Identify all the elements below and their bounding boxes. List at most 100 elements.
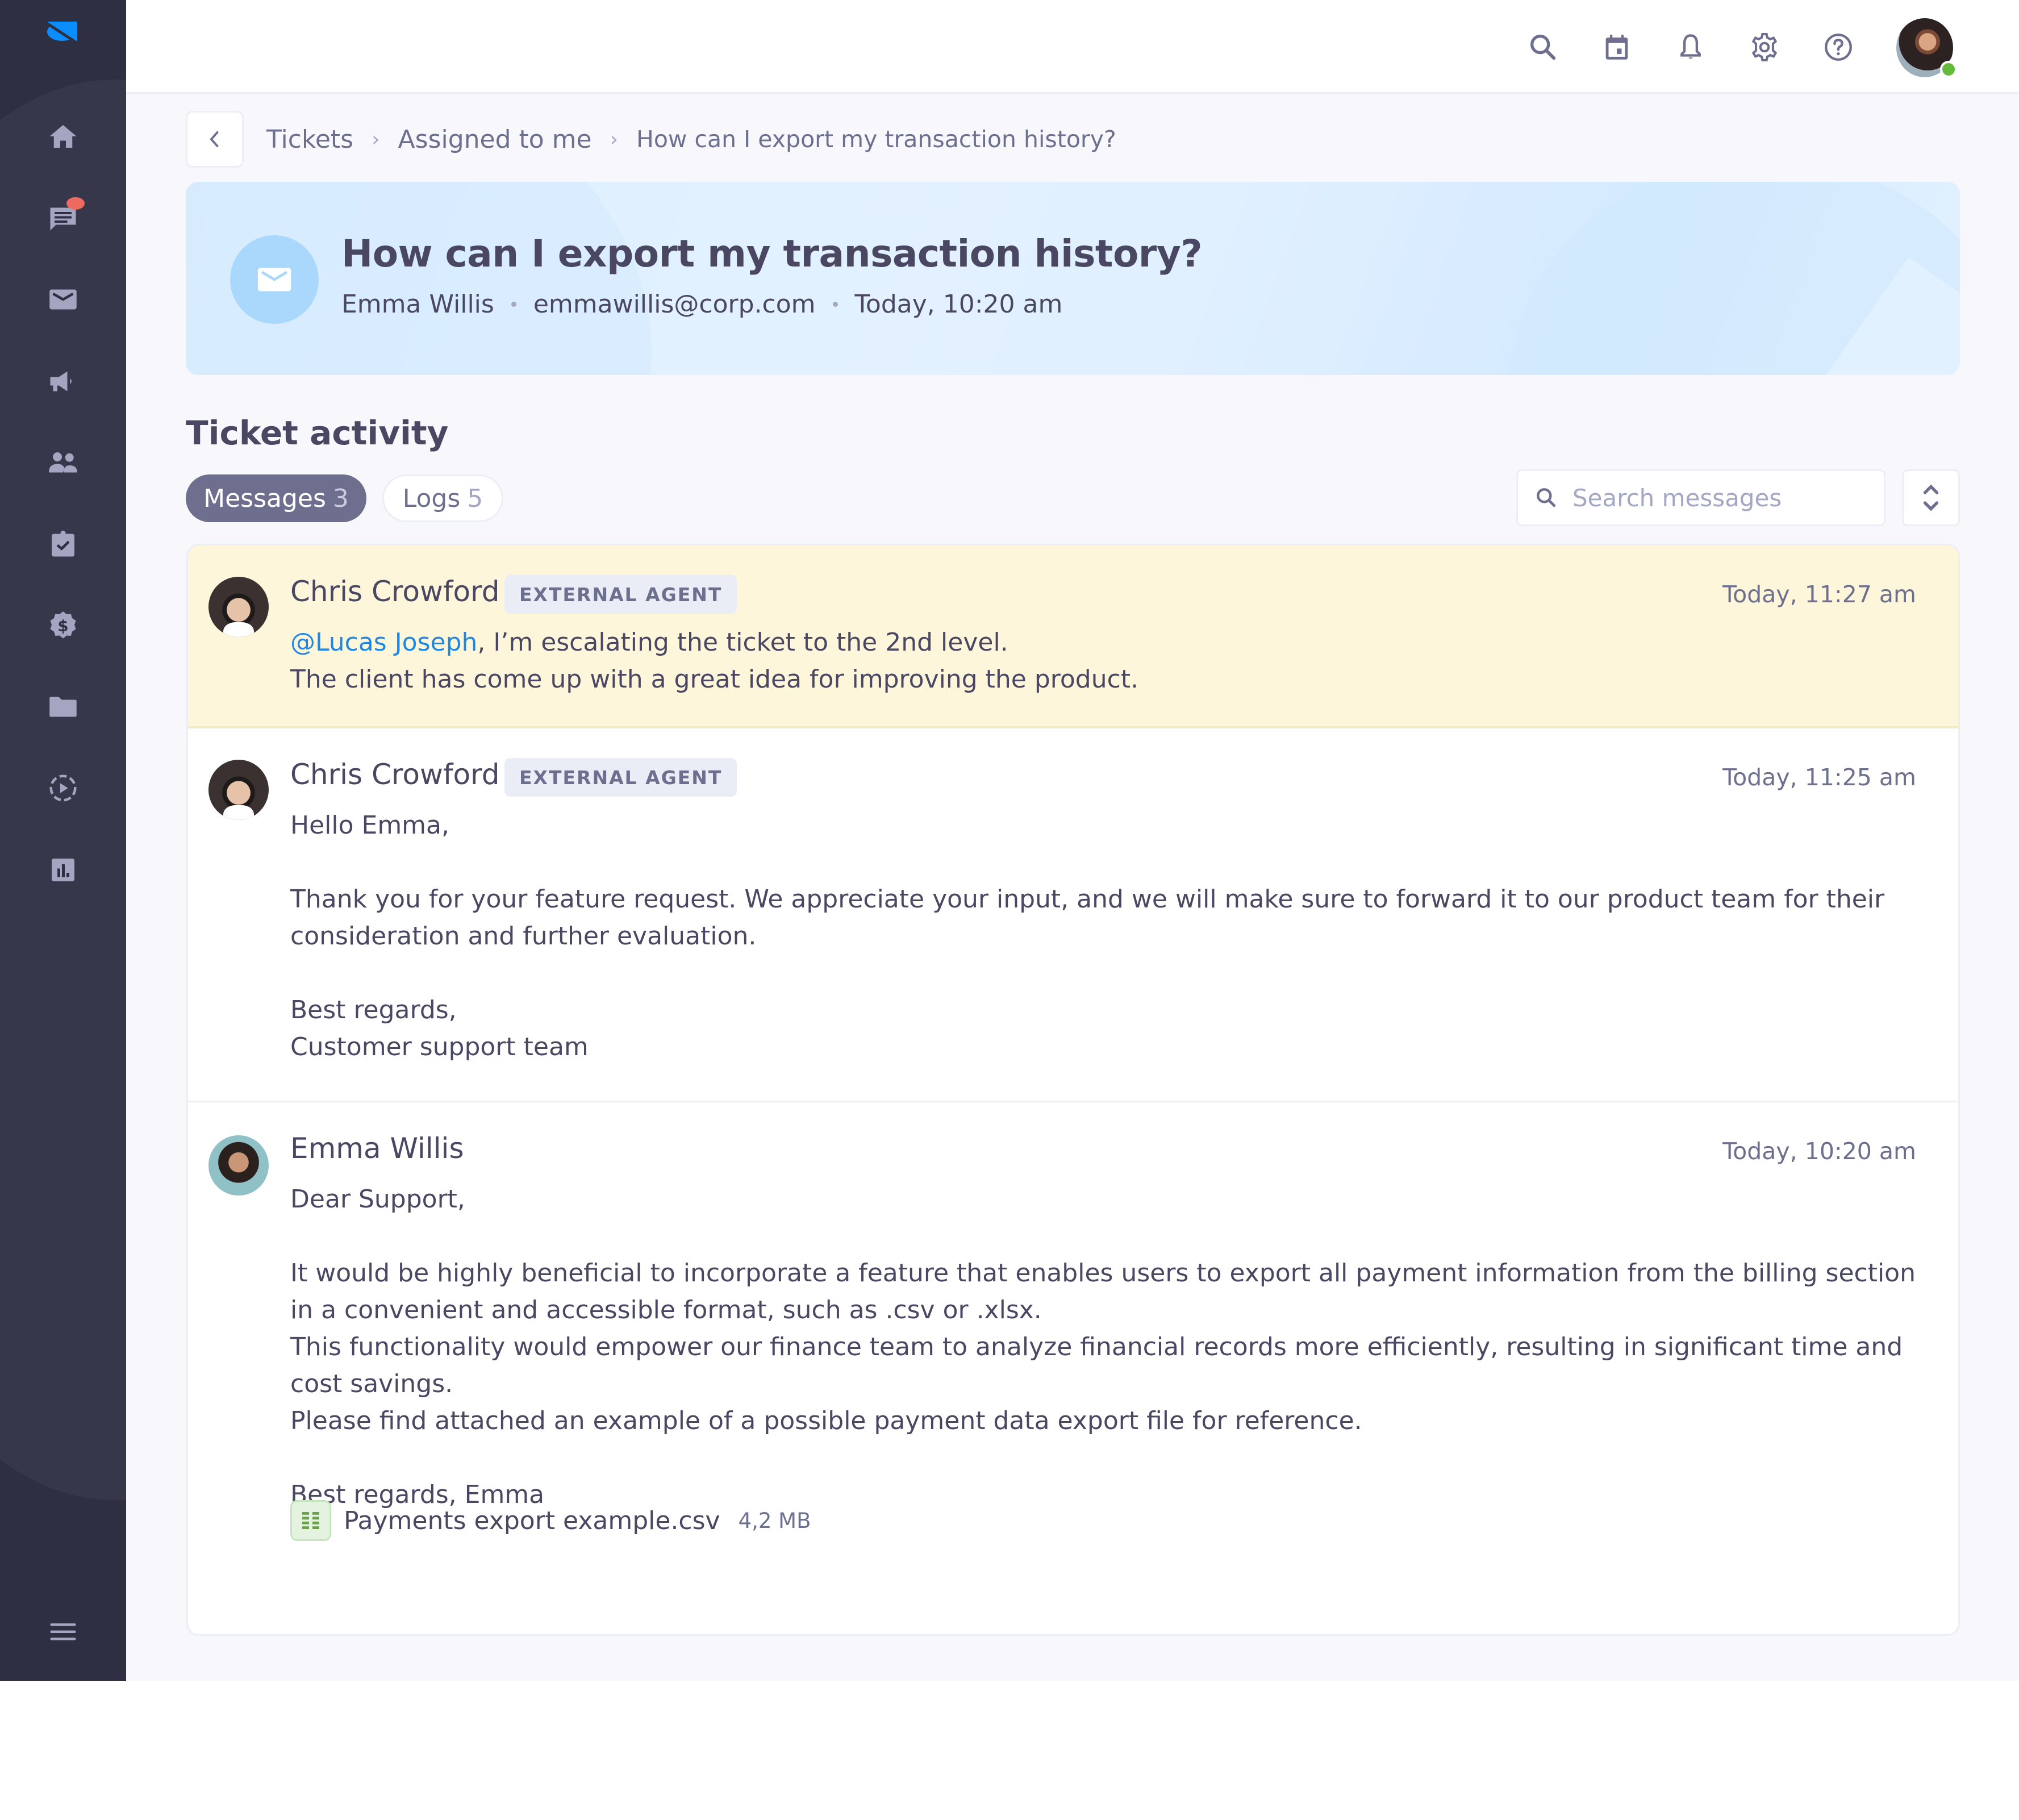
hamburger-menu-icon [50,1623,76,1640]
message-body: Dear Support, It would be highly benefic… [290,1181,1916,1513]
ticket-title: How can I export my transaction history? [341,232,1203,276]
mail-icon [49,289,77,310]
message-item: Emma Willis Today, 10:20 am Dear Support… [188,1102,1958,1634]
message-time: Today, 11:25 am [1722,764,1916,791]
search-icon [1537,488,1556,507]
ticket-channel-badge [230,235,319,324]
sidebar-item-tasks[interactable] [40,521,86,567]
sidebar-item-contacts[interactable] [40,440,86,485]
message-line: Customer support team [290,1032,589,1061]
help-button[interactable] [1818,27,1858,67]
sidebar-item-billing[interactable]: $ [40,603,86,648]
play-circle-icon [49,774,77,802]
attachment-size: 4,2 MB [738,1508,811,1533]
avatar[interactable] [208,577,269,637]
spreadsheet-file-icon [290,1500,331,1541]
sidebar-menu-toggle[interactable] [40,1609,86,1655]
ticket-created-time: Today, 10:20 am [854,290,1063,319]
breadcrumb-tickets[interactable]: Tickets [266,125,353,154]
message-line: Dear Support, [290,1185,465,1214]
clipboard-check-icon [52,530,74,557]
online-status-indicator [1940,61,1957,78]
gear-icon [1751,32,1778,62]
message-line: This functionality would empower our fin… [290,1332,1903,1398]
sort-order-button[interactable] [1902,469,1960,526]
message-author[interactable]: Emma Willis [290,1132,464,1165]
ticket-header-banner: How can I export my transaction history?… [186,182,1960,375]
svg-text:$: $ [57,617,68,635]
role-badge: EXTERNAL AGENT [504,575,737,614]
attachment-file[interactable]: Payments export example.csv 4,2 MB [290,1500,811,1541]
chevron-left-icon [210,131,219,147]
search-icon [1530,35,1556,60]
section-title: Ticket activity [186,414,449,452]
chevron-right-icon: › [610,127,618,151]
attachment-name: Payments export example.csv [344,1506,720,1535]
ticket-email[interactable]: emmawillis@corp.com [533,290,816,319]
sidebar-item-chats[interactable] [40,195,86,240]
message-body: @Lucas Joseph, I’m escalating the ticket… [290,624,1916,698]
help-icon [1825,34,1852,61]
separator-dot [511,302,516,307]
message-line: Thank you for your feature request. We a… [290,885,1885,951]
sidebar-item-home[interactable] [40,114,86,159]
sidebar-item-recordings[interactable] [40,765,86,811]
message-item: Chris Crowford EXTERNAL AGENT Today, 11:… [188,728,1958,1102]
settings-button[interactable] [1745,27,1784,67]
separator-dot [832,302,838,307]
message-author[interactable]: Chris Crowford [290,575,499,608]
top-bar [126,0,2019,94]
avatar[interactable] [208,1135,269,1196]
avatar[interactable] [208,760,269,820]
bar-chart-icon [52,859,74,881]
people-icon [49,452,77,473]
search-messages-field [1516,469,1885,526]
message-line: Hello Emma, [290,811,449,840]
message-line: , I’m escalating the ticket to the 2nd l… [477,628,1008,657]
app-root: $ Tickets › Assigned to me › How can I e… [0,0,2019,1681]
ticket-requester[interactable]: Emma Willis [341,290,494,319]
brand-logo-icon[interactable] [44,20,80,43]
notification-badge [66,197,85,210]
tab-label: Messages [203,484,326,513]
bell-icon [1680,34,1701,59]
message-time: Today, 11:27 am [1722,581,1916,608]
breadcrumb: Tickets › Assigned to me › How can I exp… [266,119,1116,159]
breadcrumb-current-ticket: How can I export my transaction history? [636,126,1116,153]
calendar-button[interactable] [1597,27,1637,67]
message-item: Chris Crowford EXTERNAL AGENT Today, 11:… [188,545,1958,728]
sidebar-item-files[interactable] [40,684,86,730]
ticket-meta: Emma Willis emmawillis@corp.com Today, 1… [341,290,1062,319]
message-time: Today, 10:20 am [1722,1138,1916,1165]
message-author[interactable]: Chris Crowford [290,758,499,791]
spreadsheet-grid-icon [302,1512,319,1529]
dollar-badge-icon: $ [50,611,76,639]
folder-icon [49,697,77,717]
role-badge: EXTERNAL AGENT [504,758,737,797]
back-button[interactable] [186,111,244,168]
tab-count: 5 [467,484,483,513]
calendar-icon [1605,35,1628,60]
sidebar-item-mail[interactable] [40,277,86,322]
home-icon [49,125,77,148]
notifications-button[interactable] [1671,27,1711,67]
tab-messages[interactable]: Messages 3 [186,474,366,522]
tab-logs[interactable]: Logs 5 [382,474,503,522]
search-messages-input[interactable] [1572,484,1879,512]
breadcrumb-assigned-to-me[interactable]: Assigned to me [398,125,592,154]
message-line: The client has come up with a great idea… [290,665,1139,694]
megaphone-icon [50,371,72,392]
message-line: Please find attached an example of a pos… [290,1406,1362,1435]
sort-chevrons-icon [1923,484,1939,511]
mail-icon [257,268,291,291]
sidebar-item-reports[interactable] [40,847,86,893]
sidebar-item-campaigns[interactable] [40,359,86,404]
message-line: It would be highly beneficial to incorpo… [290,1259,1916,1325]
chevron-right-icon: › [372,127,380,151]
global-search-button[interactable] [1523,27,1563,67]
user-mention-link[interactable]: @Lucas Joseph [290,628,477,657]
